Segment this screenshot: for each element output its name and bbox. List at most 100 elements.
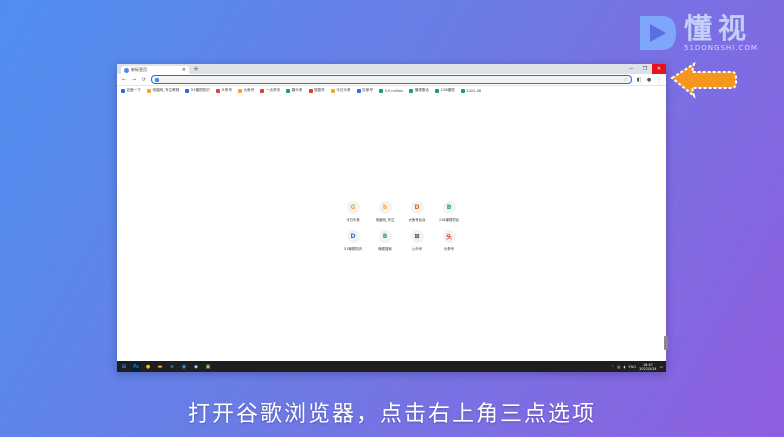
clock[interactable]: 18:47 2022/5/24	[639, 363, 656, 371]
bookmark-item[interactable]: 电脑网_专注教程	[146, 88, 180, 93]
tab-new-tab[interactable]: 新标签页 ×	[121, 66, 189, 74]
bookmark-label: 电脑网_专注教程	[152, 88, 180, 92]
bookmark-favicon-icon	[121, 88, 125, 93]
bookmark-item[interactable]: 百度一下	[121, 88, 141, 93]
taskbar-app-icon[interactable]: ●	[144, 363, 152, 371]
navigation-bar: ← → ⟳ ☆ ◧ ● ⋮	[117, 74, 666, 86]
bookmark-favicon-icon	[308, 88, 313, 93]
notification-icon[interactable]: ▭	[660, 365, 663, 369]
bookmark-label: 2022-06	[466, 88, 482, 93]
shortcut-tile[interactable]: 头头条号	[433, 230, 465, 251]
bookmark-favicon-icon	[356, 88, 361, 93]
brand-logo: 懂视 51DONGSHI.COM	[638, 14, 758, 52]
bookmark-item[interactable]: 头条号	[215, 88, 232, 93]
tab-close-icon[interactable]: ×	[182, 67, 186, 73]
shortcut-tile[interactable]: D 大鱼号后台	[401, 201, 433, 222]
taskbar-apps: ⊞ Ps ● ▬ e ◉ ◆ ▣	[120, 362, 212, 371]
new-tab-button[interactable]: +	[193, 65, 199, 73]
taskbar-app-icon[interactable]: Ps	[132, 362, 140, 371]
clock-date: 2022/5/24	[639, 366, 657, 371]
bookmark-item[interactable]: 搜狐号	[308, 88, 325, 93]
shortcut-favicon-icon: B	[378, 230, 392, 243]
taskbar-app-icon[interactable]: e	[168, 363, 176, 371]
play-logo-icon	[640, 16, 676, 50]
taskbar-app-icon[interactable]: ◉	[180, 363, 188, 371]
forward-button[interactable]: →	[131, 77, 137, 83]
shortcut-favicon-icon: G	[346, 201, 360, 214]
shortcut-tile[interactable]: D 51懂视知识	[337, 230, 369, 251]
side-scroll-handle[interactable]	[664, 336, 668, 350]
bookmark-item[interactable]: 218懂视	[435, 88, 455, 93]
taskbar-app-icon[interactable]: ◆	[192, 363, 200, 371]
shortcut-label: 大鱼号后台	[408, 218, 426, 222]
bookmark-favicon-icon	[409, 88, 414, 93]
pointer-arrow-icon	[670, 61, 737, 99]
bookmark-item[interactable]: 2022-06	[460, 88, 482, 93]
shortcut-tile[interactable]: b 电脑网_专注	[369, 201, 401, 222]
bookmark-favicon-icon	[185, 88, 190, 93]
language-indicator[interactable]: ENG	[628, 365, 636, 369]
shortcut-favicon-icon: D	[346, 230, 360, 243]
bookmark-item[interactable]: 3.5 million	[378, 88, 404, 93]
minimize-button[interactable]: —	[624, 64, 638, 74]
bookmark-favicon-icon	[146, 88, 151, 93]
shortcut-label: 今日头条	[346, 218, 360, 222]
profile-icon[interactable]: ●	[646, 77, 652, 83]
shortcut-tile[interactable]: B 懂视搜索	[369, 230, 401, 251]
shortcut-tile[interactable]: B 218懂视项目	[433, 201, 465, 222]
shortcut-label: 218懂视项目	[438, 218, 460, 222]
bookmark-item[interactable]: 趣头条	[286, 88, 303, 93]
logo-cn-text: 懂视	[684, 12, 753, 45]
bookmark-label: 218懂视	[440, 88, 455, 92]
chrome-window: 新标签页 × + — ❐ ✕ ← → ⟳ ☆ ◧ ● ⋮ 百度一下 电脑网_专注教…	[117, 64, 668, 372]
network-icon[interactable]: ▤	[617, 365, 620, 369]
shortcut-favicon-icon: D	[410, 201, 424, 214]
caption-text: 打开谷歌浏览器，点击右上角三点选项	[187, 402, 596, 427]
bookmark-favicon-icon	[260, 88, 265, 93]
chrome-favicon-icon	[124, 67, 129, 73]
bookmark-label: 百家号	[362, 88, 373, 92]
address-bar[interactable]: ☆	[151, 75, 632, 84]
three-dot-menu-icon[interactable]: ⋮	[656, 77, 662, 83]
windows-taskbar: ⊞ Ps ● ▬ e ◉ ◆ ▣ ⌃ ▤ ◖ ENG 18:47 2022/5/24 ▭	[117, 361, 666, 372]
reload-button[interactable]: ⟳	[141, 77, 147, 83]
bookmark-favicon-icon	[286, 88, 291, 93]
shortcut-label: 头条号	[443, 247, 455, 251]
bookmark-favicon-icon	[238, 88, 243, 93]
maximize-button[interactable]: ❐	[638, 64, 652, 74]
bookmark-item[interactable]: 百家号	[356, 88, 373, 93]
shortcut-favicon-icon: B	[442, 201, 456, 214]
new-tab-page: G 今日头条 b 电脑网_专注 D 大鱼号后台 B 218懂视项目 D 51懂视知识 B 懂视搜索 ⊞ 公…	[117, 95, 666, 361]
shortcut-label: 公众号	[411, 247, 423, 251]
bookmark-label: 趣头条	[291, 88, 303, 92]
bookmark-item[interactable]: 51懂视知识	[185, 88, 210, 93]
shortcut-label: 电脑网_专注	[375, 218, 395, 222]
system-tray: ⌃ ▤ ◖ ENG 18:47 2022/5/24 ▭	[611, 363, 663, 371]
taskbar-app-icon[interactable]: ▣	[204, 363, 212, 371]
bookmark-item[interactable]: 一点资讯	[260, 88, 280, 93]
shortcut-favicon-icon: ⊞	[410, 230, 424, 243]
bookmark-item[interactable]: 懂视集合	[409, 88, 429, 93]
back-button[interactable]: ←	[121, 77, 127, 83]
shortcut-label: 懂视搜索	[378, 247, 392, 251]
shortcut-tile[interactable]: ⊞ 公众号	[401, 230, 433, 251]
extensions-icon[interactable]: ◧	[636, 77, 642, 83]
google-icon	[155, 77, 159, 82]
volume-icon[interactable]: ◖	[624, 365, 626, 369]
bookmark-favicon-icon	[435, 88, 440, 93]
bookmark-item[interactable]: 今日头条	[330, 88, 351, 93]
bookmark-item[interactable]: 大鱼号	[238, 88, 254, 93]
start-button-icon[interactable]: ⊞	[120, 363, 128, 371]
tab-bar: 新标签页 × + — ❐ ✕	[117, 64, 666, 74]
tray-chevron-icon[interactable]: ⌃	[611, 365, 614, 369]
bookmark-favicon-icon	[330, 88, 335, 93]
shortcut-tile[interactable]: G 今日头条	[337, 201, 369, 222]
bookmark-star-icon[interactable]: ☆	[624, 77, 628, 83]
bookmark-label: 51懂视知识	[190, 88, 210, 92]
taskbar-app-icon[interactable]: ▬	[156, 363, 164, 371]
bookmark-label: 懂视集合	[414, 88, 430, 92]
bookmark-label: 3.5 million	[384, 88, 404, 93]
window-controls: — ❐ ✕	[624, 64, 666, 74]
bookmark-label: 百度一下	[126, 88, 141, 92]
close-window-button[interactable]: ✕	[652, 64, 666, 74]
